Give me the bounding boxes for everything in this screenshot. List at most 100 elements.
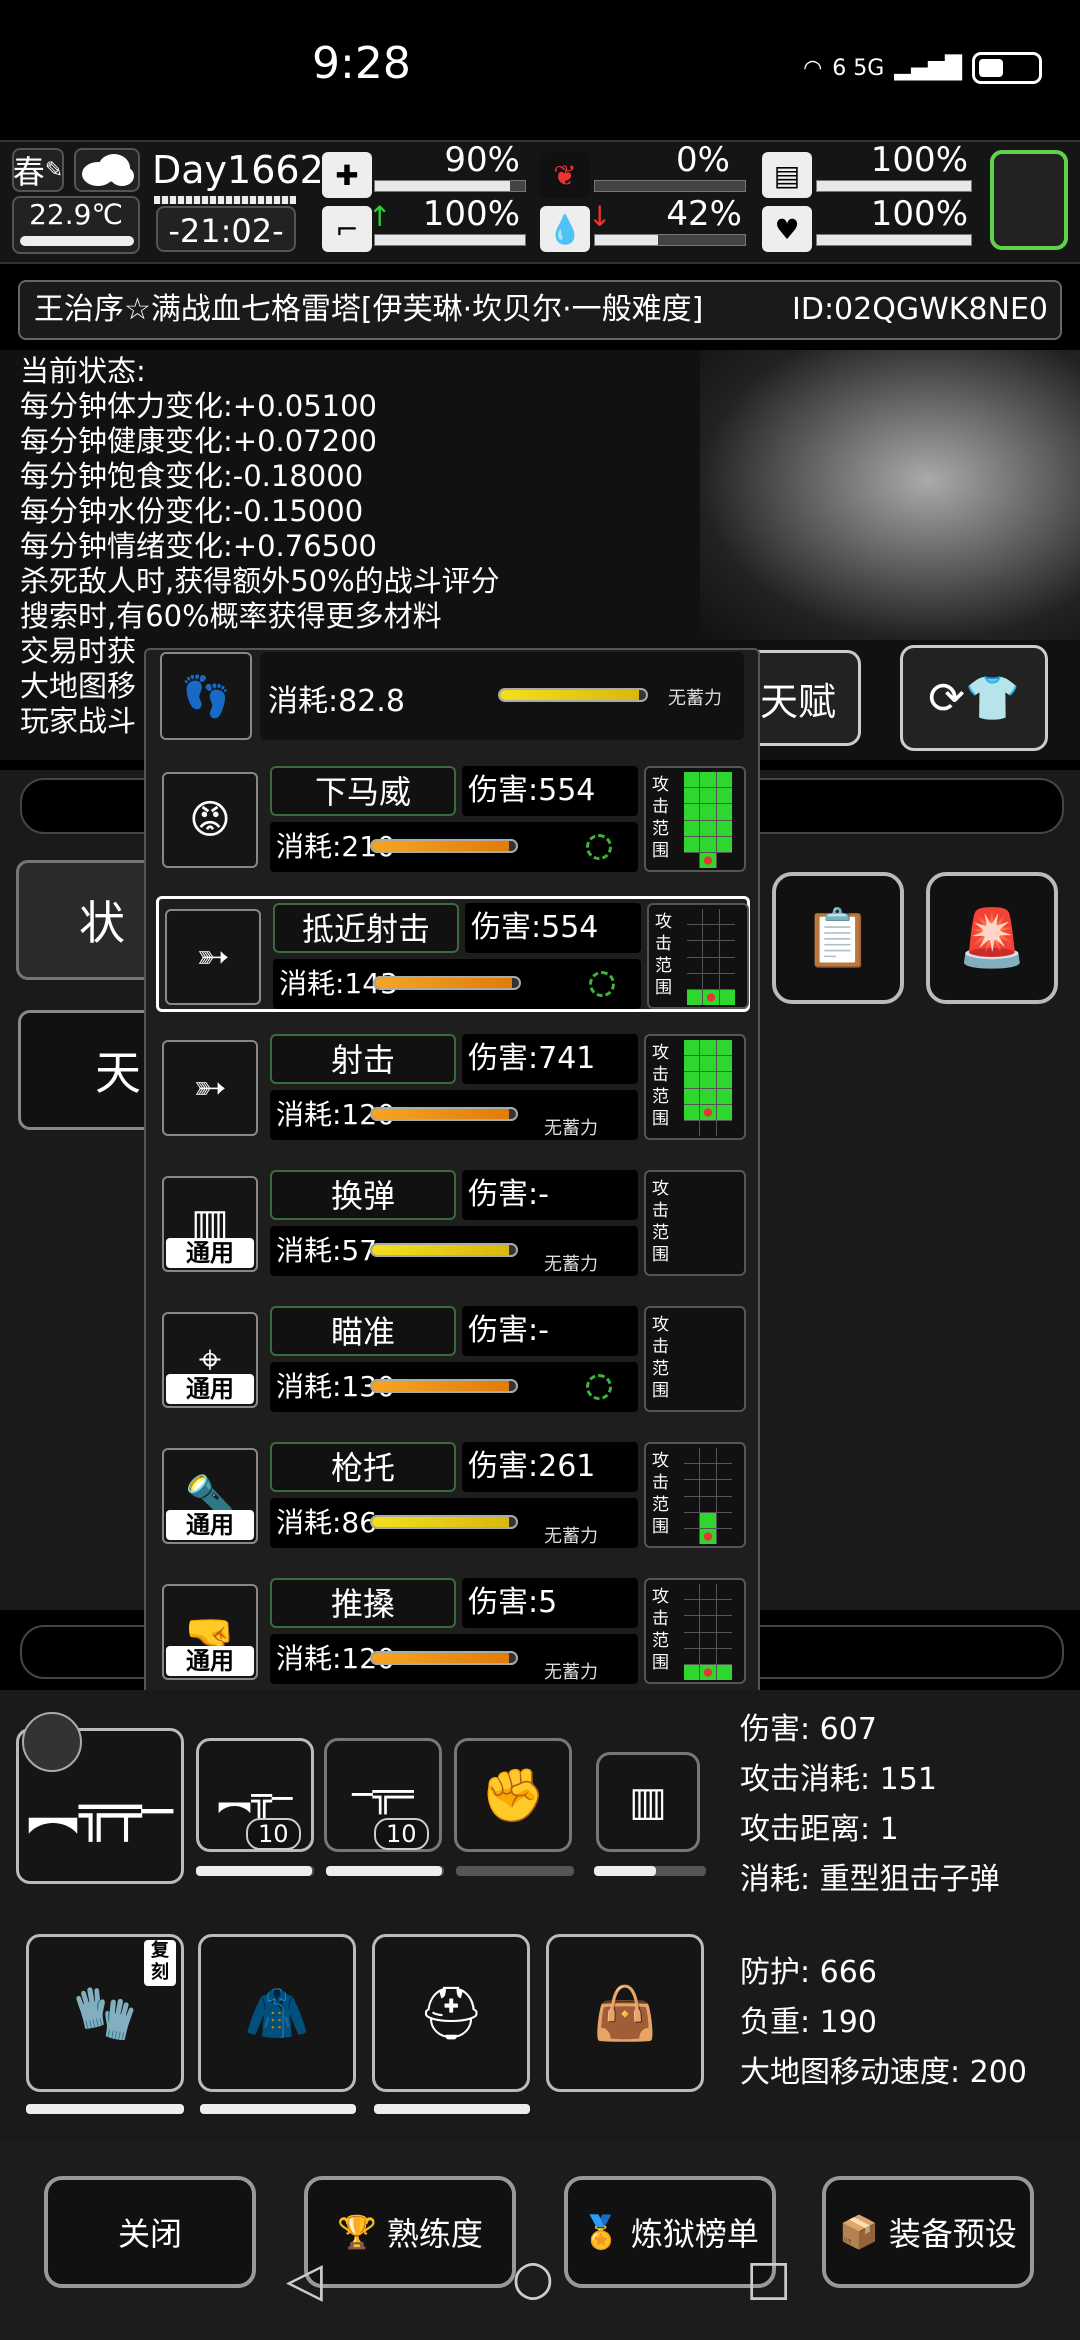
intimidate-icon: 😡 [162, 772, 258, 868]
move-cost-bar [498, 688, 648, 702]
day-counter: Day1662 [152, 148, 324, 192]
skill-cost-box: 消耗:210 [270, 822, 638, 872]
no-charge-tag: 无蓄力 [544, 1118, 598, 1139]
player-cell [700, 1104, 716, 1120]
range-cell [716, 1584, 732, 1600]
range-cell [716, 852, 732, 868]
skill-damage: 伤害:554 [462, 766, 638, 816]
water-bar [594, 234, 746, 246]
skill-row[interactable]: ⌖ 通用 瞄准 伤害:- 消耗:130 攻击范围 [156, 1302, 750, 1418]
range-cell [700, 836, 716, 852]
sniper-rifle-icon: ︻╦╤─ [27, 1781, 173, 1842]
fist-slot[interactable]: ✊ [454, 1738, 572, 1852]
ranking-button[interactable]: 🏅 炼狱榜单 [564, 2176, 776, 2288]
signal-bars-icon: ▂▄▆█ [894, 55, 962, 81]
gun-butt-icon: 🔦 通用 [162, 1448, 258, 1544]
water-tank-value: 100% [870, 140, 968, 180]
general-badge: 通用 [166, 1646, 254, 1676]
range-cell [684, 1056, 700, 1072]
range-cell [716, 1528, 732, 1544]
skill-cost-box: 消耗:120 无蓄力 [270, 1634, 638, 1684]
range-cell [716, 836, 732, 852]
range-cell [703, 957, 719, 973]
skill-row[interactable]: ➳ 抵近射击 伤害:554 消耗:143 攻击范围 [156, 896, 750, 1012]
range-cell [700, 1040, 716, 1056]
medical-clipboard-icon[interactable]: 📋 [772, 872, 904, 1004]
proficiency-icon: 🏆 [337, 2213, 377, 2251]
system-clock: 9:28 [312, 38, 411, 89]
magazine-slot[interactable]: ▥ [596, 1752, 700, 1852]
weapon-damage: 伤害: 607 [740, 1712, 877, 1747]
range-cell [700, 1496, 716, 1512]
alarm-icon[interactable]: 🚨 [926, 872, 1058, 1004]
attack-range-label: 攻击范围 [652, 1451, 669, 1537]
spear-rifle-icon: ─╦═ [352, 1775, 414, 1815]
menu-slot-button[interactable] [990, 150, 1068, 250]
range-cell [716, 1664, 732, 1680]
range-cell [700, 820, 716, 836]
status-line: 每分钟健康变化:+0.07200 [20, 424, 377, 458]
skill-row[interactable]: 🤜 通用 推搡 伤害:5 消耗:120 无蓄力攻击范围 [156, 1574, 750, 1690]
skill-row[interactable]: ▥ 通用 换弹 伤害:- 消耗:57 无蓄力 攻击范围 [156, 1166, 750, 1282]
weapon-stats: 伤害: 607 攻击消耗: 151 攻击距离: 1 消耗: 重型狙击子弹 [740, 1705, 1000, 1905]
range-cell [684, 1072, 700, 1088]
heart-icon: ♥ [762, 206, 812, 252]
rifle-icon: ︻╦─ [217, 1778, 293, 1819]
proficiency-button[interactable]: 🏆 熟练度 [304, 2176, 516, 2288]
range-grid [684, 1040, 732, 1136]
ammo-count: 10 [246, 1818, 301, 1850]
skill-row[interactable]: 😡 下马威 伤害:554 消耗:210 攻击范围 [156, 762, 750, 878]
range-cell [716, 804, 732, 820]
range-cell [716, 1648, 732, 1664]
coat-slot[interactable]: 🧥 [198, 1934, 356, 2092]
bag-slot[interactable]: 👜 [546, 1934, 704, 2092]
range-cell [684, 820, 700, 836]
swap-outfit-icon: ⟳👕 [928, 673, 1020, 724]
general-badge: 通用 [166, 1374, 254, 1404]
swap-outfit-button[interactable]: ⟳👕 [900, 645, 1048, 751]
day-progress [154, 196, 296, 204]
shove-icon: 🤜 通用 [162, 1584, 258, 1680]
attack-range-label: 攻击范围 [652, 1587, 669, 1673]
skill-row[interactable]: 🔦 通用 枪托 伤害:261 消耗:86 无蓄力 攻击范围 [156, 1438, 750, 1554]
stamina-up-icon: ↑ [368, 200, 392, 233]
battery-icon [972, 52, 1042, 84]
helmet-slot[interactable]: ⛑ [372, 1934, 530, 2092]
range-cell [716, 788, 732, 804]
skill-damage: 伤害:5 [462, 1578, 638, 1628]
status-line: 杀死敌人时,获得额外50%的战斗评分 [20, 564, 500, 598]
move-tag: 无蓄力 [668, 688, 722, 709]
recents-nav-icon[interactable]: □ [746, 2250, 791, 2306]
water-tank-bar [816, 180, 972, 192]
home-nav-icon[interactable]: ○ [512, 2250, 554, 2306]
range-cell [684, 1528, 700, 1544]
charge-ring-icon [586, 834, 612, 860]
range-cell [716, 1088, 732, 1104]
skill-charge-bar [370, 1651, 518, 1665]
range-grid [687, 909, 735, 1005]
game-clock: -21:02- [156, 206, 296, 252]
armor-stats: 防护: 666 负重: 190 大地图移动速度: 200 [740, 1948, 1027, 2098]
water-drop-icon: 💧 [540, 206, 590, 252]
stomach-value: 0% [676, 140, 730, 180]
bag-icon: 👜 [592, 1983, 658, 2044]
skill-damage: 伤害:- [462, 1170, 638, 1220]
speed-badge-icon [22, 1712, 82, 1772]
health-value: 90% [444, 140, 520, 180]
back-nav-icon[interactable]: ◁ [286, 2252, 323, 2308]
skill-row[interactable]: ➳ 射击 伤害:741 消耗:120 无蓄力攻击范围 [156, 1030, 750, 1146]
range-cell [716, 1448, 732, 1464]
range-cell [703, 941, 719, 957]
range-cell [700, 1464, 716, 1480]
cloud-icon [74, 148, 140, 192]
system-indicators: ◠ 6 5G ▂▄▆█ [803, 52, 1042, 84]
stamina-bar [374, 234, 526, 246]
skill-name: 瞄准 [270, 1306, 456, 1356]
range-cell [700, 1480, 716, 1496]
move-skill-row[interactable]: 👣 消耗:82.8 无蓄力 [160, 652, 744, 742]
preset-button[interactable]: 📦 装备预设 [822, 2176, 1034, 2288]
close-button[interactable]: 关闭 [44, 2176, 256, 2288]
skill-name: 换弹 [270, 1170, 456, 1220]
range-cell [684, 1464, 700, 1480]
gloves-durability [26, 2104, 184, 2114]
